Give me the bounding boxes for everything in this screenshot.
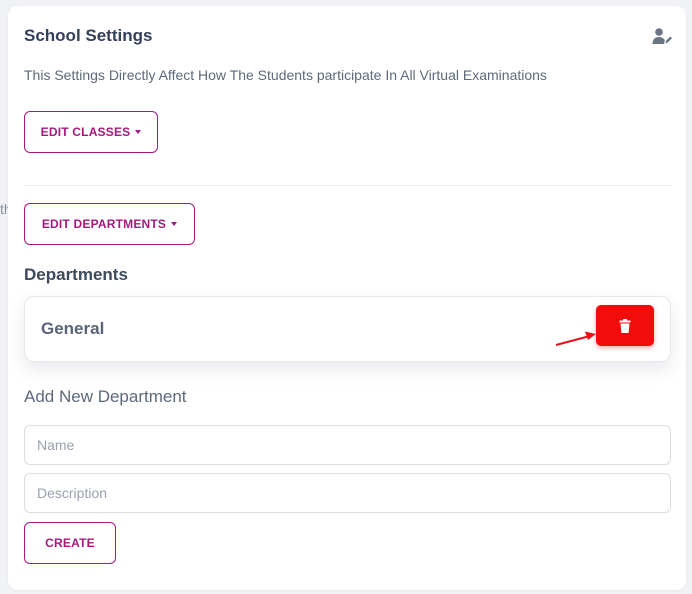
department-name: General bbox=[41, 319, 105, 338]
caret-down-icon bbox=[171, 222, 178, 226]
departments-heading: Departments bbox=[24, 265, 128, 284]
department-name-input[interactable] bbox=[24, 425, 671, 465]
user-edit-icon[interactable] bbox=[652, 27, 672, 45]
trash-icon bbox=[619, 318, 631, 333]
red-arrow-annotation bbox=[555, 331, 596, 346]
create-button[interactable]: CREATE bbox=[24, 522, 116, 564]
divider bbox=[24, 185, 671, 186]
edit-departments-label: EDIT DEPARTMENTS bbox=[41, 217, 167, 231]
edit-departments-button[interactable]: EDIT DEPARTMENTS bbox=[24, 203, 195, 245]
add-department-heading: Add New Department bbox=[24, 387, 187, 406]
settings-description: This Settings Directly Affect How The St… bbox=[24, 67, 547, 83]
department-description-input[interactable] bbox=[24, 473, 671, 513]
create-label: CREATE bbox=[45, 536, 95, 550]
edit-classes-label: EDIT CLASSES bbox=[40, 125, 131, 139]
school-settings-card: School Settings This Settings Directly A… bbox=[8, 6, 686, 590]
caret-down-icon bbox=[135, 130, 142, 134]
edit-classes-button[interactable]: EDIT CLASSES bbox=[24, 111, 158, 153]
page-title: School Settings bbox=[24, 26, 153, 45]
delete-department-button[interactable] bbox=[596, 305, 654, 346]
